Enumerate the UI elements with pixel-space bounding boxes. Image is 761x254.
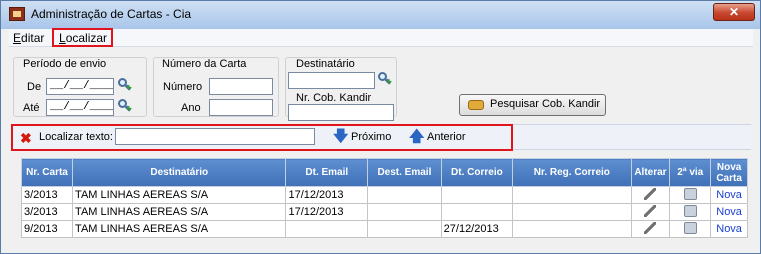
cell-dt-email: 17/12/2013: [285, 186, 369, 204]
table-row[interactable]: 3/2013 TAM LINHAS AEREAS S/A 17/12/2013 …: [20, 186, 748, 204]
title-bar[interactable]: Administração de Cartas - Cia ✕: [1, 1, 760, 29]
ano-label: Ano: [181, 102, 201, 114]
numero-carta-heading: Número da Carta: [162, 58, 247, 70]
cell-nr-carta: 3/2013: [20, 186, 74, 204]
cell-nr-carta: 9/2013: [20, 220, 74, 238]
nr-cob-kandir-label: Nr. Cob. Kandir: [296, 92, 372, 104]
nr-cob-kandir-input[interactable]: [288, 104, 394, 121]
cell-dt-email: [285, 220, 369, 238]
numero-label: Número: [163, 81, 203, 93]
cell-dest-email: [367, 220, 442, 238]
cell-alterar: [630, 220, 671, 238]
cell-segunda-via: [669, 186, 712, 204]
close-button[interactable]: ✕: [713, 3, 755, 21]
cell-nr-reg-correio: [512, 220, 632, 238]
table-header-row: Nr. Carta Destinatário Dt. Email Dest. E…: [20, 158, 748, 187]
ano-input[interactable]: [209, 99, 273, 116]
printer-icon[interactable]: [683, 221, 697, 234]
cell-destinatario: TAM LINHAS AEREAS S/A: [72, 203, 287, 221]
numero-input[interactable]: [209, 78, 273, 95]
cell-destinatario: TAM LINHAS AEREAS S/A: [72, 220, 287, 238]
cell-dt-correio: [440, 186, 514, 204]
nova-carta-link[interactable]: Nova: [710, 220, 748, 238]
destinatario-search-icon[interactable]: +: [378, 72, 392, 88]
cell-alterar: [630, 203, 671, 221]
printer-icon[interactable]: [683, 204, 697, 217]
cell-dt-email: 17/12/2013: [285, 203, 369, 221]
cell-dt-correio: [440, 203, 514, 221]
ate-search-icon[interactable]: +: [118, 99, 132, 115]
cell-destinatario: TAM LINHAS AEREAS S/A: [72, 186, 287, 204]
handshake-icon: [468, 100, 484, 110]
edit-pencil-icon[interactable]: [644, 187, 657, 200]
col-dest-email[interactable]: Dest. Email: [367, 158, 442, 187]
cell-nr-carta: 3/2013: [20, 203, 74, 221]
edit-pencil-icon[interactable]: [644, 204, 657, 217]
table-row[interactable]: 3/2013 TAM LINHAS AEREAS S/A 17/12/2013 …: [20, 203, 748, 221]
de-date-input[interactable]: __/__/____: [46, 78, 114, 95]
col-nova-carta[interactable]: Nova Carta: [710, 158, 748, 187]
col-dt-email[interactable]: Dt. Email: [285, 158, 369, 187]
destinatario-input[interactable]: [288, 72, 375, 89]
pesquisar-cob-kandir-button[interactable]: Pesquisar Cob. Kandir: [459, 94, 606, 116]
cell-segunda-via: [669, 203, 712, 221]
col-destinatario[interactable]: Destinatário: [72, 158, 287, 187]
table-row[interactable]: 9/2013 TAM LINHAS AEREAS S/A 27/12/2013 …: [20, 220, 748, 238]
printer-icon[interactable]: [683, 187, 697, 200]
col-segunda-via[interactable]: 2ª via: [669, 158, 712, 187]
ate-label: Até: [23, 102, 40, 114]
cell-nr-reg-correio: [512, 186, 632, 204]
destinatario-heading: Destinatário: [296, 58, 355, 70]
pesquisar-cob-kandir-label: Pesquisar Cob. Kandir: [490, 98, 601, 110]
menu-editar[interactable]: Editar: [13, 31, 44, 45]
cell-dest-email: [367, 203, 442, 221]
menu-bar: Editar Localizar: [9, 29, 753, 47]
nova-carta-link[interactable]: Nova: [710, 203, 748, 221]
cartas-table: Nr. Carta Destinatário Dt. Email Dest. E…: [20, 158, 748, 238]
nova-carta-link[interactable]: Nova: [710, 186, 748, 204]
app-icon: [9, 7, 25, 21]
col-nr-reg-correio[interactable]: Nr. Reg. Correio: [512, 158, 632, 187]
window-title: Administração de Cartas - Cia: [31, 7, 192, 21]
col-alterar[interactable]: Alterar: [630, 158, 671, 187]
main-window: Administração de Cartas - Cia ✕ Editar L…: [0, 0, 761, 254]
cell-nr-reg-correio: [512, 203, 632, 221]
menu-editar-mnemonic: E: [13, 31, 22, 45]
cell-dt-correio: 27/12/2013: [440, 220, 514, 238]
col-dt-correio[interactable]: Dt. Correio: [440, 158, 514, 187]
periodo-heading: Período de envio: [23, 58, 107, 70]
content-panel: Período de envio De __/__/____ + Até __/…: [9, 47, 753, 243]
cell-dest-email: [367, 186, 442, 204]
find-bar-highlight: [11, 124, 513, 151]
ate-date-input[interactable]: __/__/____: [46, 99, 114, 116]
de-label: De: [27, 81, 42, 93]
menu-localizar-highlight: [52, 28, 113, 47]
cell-alterar: [630, 186, 671, 204]
de-search-icon[interactable]: +: [118, 78, 132, 94]
col-nr-carta[interactable]: Nr. Carta: [20, 158, 74, 187]
edit-pencil-icon[interactable]: [644, 221, 657, 234]
menu-editar-rest: ditar: [21, 31, 45, 45]
cell-segunda-via: [669, 220, 712, 238]
